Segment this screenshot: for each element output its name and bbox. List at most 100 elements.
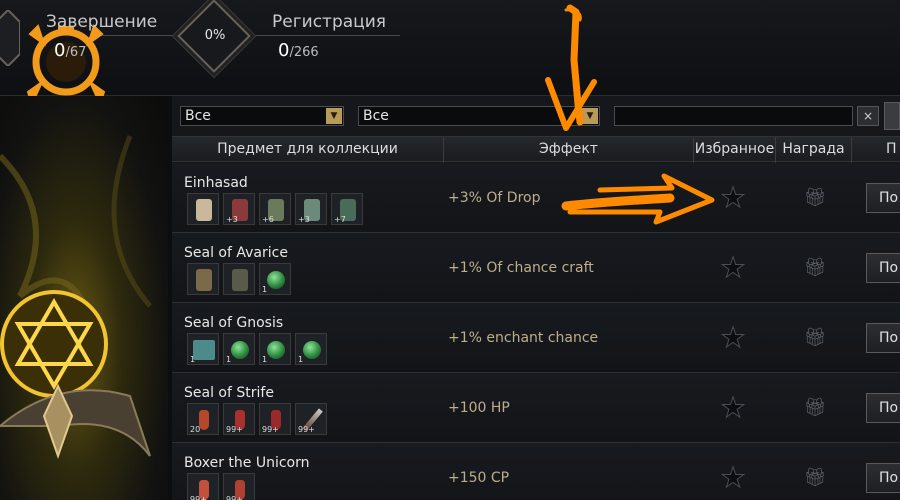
registration-title: Регистрация bbox=[272, 12, 386, 32]
gem-icon bbox=[267, 271, 285, 289]
gift-icon[interactable]: 🎁︎ bbox=[802, 257, 828, 279]
collection-name: Einhasad bbox=[184, 175, 248, 191]
completion-value: 0 bbox=[54, 40, 66, 61]
item-slot[interactable]: 1 bbox=[259, 263, 291, 295]
search-input[interactable] bbox=[614, 106, 853, 126]
collection-summary-bar: Завершение 0/67 0% Регистрация 0/266 bbox=[0, 0, 900, 106]
gem-icon bbox=[231, 341, 249, 359]
completion-title: Завершение bbox=[46, 12, 158, 32]
item-count: +6 bbox=[262, 215, 274, 224]
hexagram-emblem-icon bbox=[0, 135, 152, 460]
item-slot[interactable]: 99+ bbox=[295, 403, 327, 435]
potion-icon bbox=[199, 410, 209, 430]
collection-name: Seal of Strife bbox=[184, 385, 274, 401]
table-row[interactable]: Seal of Strife 20 99+ 99+ 99+ +100 HP ★ 🎁︎ По bbox=[172, 373, 900, 443]
item-slot[interactable]: +3 bbox=[295, 193, 327, 225]
collection-list-panel: Все ▼ Все ▼ × Предмет для коллекции Эффе… bbox=[172, 96, 900, 500]
register-button[interactable]: По bbox=[866, 393, 900, 423]
collection-rows: Einhasad +3 +6 +3 +7 +3% Of Drop ★ 🎁︎ По Seal of … bbox=[172, 163, 900, 500]
completion-total: /67 bbox=[65, 45, 87, 60]
table-header: Предмет для коллекции Эффект Избранное Н… bbox=[172, 136, 900, 163]
register-button[interactable]: По bbox=[866, 183, 900, 213]
collection-effect: +100 HP bbox=[448, 400, 510, 416]
item-count: +3 bbox=[226, 215, 238, 224]
item-slot[interactable]: 20 bbox=[187, 403, 219, 435]
item-slot[interactable]: 1 bbox=[259, 333, 291, 365]
item-slot[interactable]: 99+ bbox=[187, 473, 219, 500]
gem-icon bbox=[303, 341, 321, 359]
registration-counter: 0/266 bbox=[278, 40, 319, 61]
gift-icon[interactable]: 🎁︎ bbox=[802, 327, 828, 349]
collection-effect: +3% Of Drop bbox=[448, 190, 541, 206]
item-count: +3 bbox=[298, 215, 310, 224]
item-slot[interactable] bbox=[187, 263, 219, 295]
gift-icon[interactable]: 🎁︎ bbox=[802, 187, 828, 209]
collection-effect: +150 CP bbox=[448, 470, 510, 486]
status-select[interactable]: Все ▼ bbox=[358, 106, 600, 126]
collection-effect: +1% enchant chance bbox=[448, 330, 599, 346]
gift-icon[interactable]: 🎁︎ bbox=[802, 467, 828, 489]
collection-name: Boxer the Unicorn bbox=[184, 455, 310, 471]
registration-total: /266 bbox=[289, 45, 319, 60]
register-button[interactable]: По bbox=[866, 253, 900, 283]
collection-effect: +1% Of chance craft bbox=[448, 260, 594, 276]
column-favorite[interactable]: Избранное bbox=[693, 137, 775, 163]
item-count: 1 bbox=[262, 285, 268, 294]
item-slot[interactable]: 99+ bbox=[259, 403, 291, 435]
table-row[interactable]: Einhasad +3 +6 +3 +7 +3% Of Drop ★ 🎁︎ По bbox=[172, 163, 900, 233]
item-slot[interactable]: +3 bbox=[223, 193, 255, 225]
armor-icon bbox=[232, 269, 248, 291]
item-count: 20 bbox=[190, 425, 201, 434]
item-slot[interactable]: +7 bbox=[331, 193, 363, 225]
table-row[interactable]: Seal of Gnosis 1 1 1 1 +1% enchant chance ★ 🎁︎ П… bbox=[172, 303, 900, 373]
filter-bar: Все ▼ Все ▼ × bbox=[172, 96, 900, 136]
item-count: 1 bbox=[190, 355, 196, 364]
table-row[interactable]: Boxer the Unicorn 99+ 99+ +150 CP ★ 🎁︎ По bbox=[172, 443, 900, 500]
category-select[interactable]: Все ▼ bbox=[180, 106, 344, 126]
divider bbox=[245, 35, 400, 36]
table-row[interactable]: Seal of Avarice 1 +1% Of chance craft ★ 🎁︎ По bbox=[172, 233, 900, 303]
collection-name: Seal of Gnosis bbox=[184, 315, 284, 331]
item-count: 1 bbox=[226, 355, 232, 364]
item-slot[interactable]: 1 bbox=[187, 333, 219, 365]
item-count: 1 bbox=[298, 355, 304, 364]
star-icon[interactable]: ★ bbox=[718, 393, 748, 424]
item-count: 99+ bbox=[298, 425, 315, 434]
star-icon[interactable]: ★ bbox=[718, 253, 748, 284]
star-icon[interactable]: ★ bbox=[718, 323, 748, 354]
side-button[interactable] bbox=[884, 102, 900, 130]
chevron-down-icon[interactable]: ▼ bbox=[582, 108, 598, 124]
decorative-glow-panel bbox=[0, 96, 168, 500]
item-count: 99+ bbox=[226, 425, 243, 434]
chevron-down-icon[interactable]: ▼ bbox=[326, 108, 342, 124]
gem-icon bbox=[267, 341, 285, 359]
item-slot[interactable]: 99+ bbox=[223, 403, 255, 435]
item-slot[interactable]: 99+ bbox=[223, 473, 255, 500]
column-item[interactable]: Предмет для коллекции bbox=[172, 137, 443, 163]
item-count: 99+ bbox=[190, 495, 207, 500]
item-slot[interactable]: 1 bbox=[223, 333, 255, 365]
progress-percent: 0% bbox=[204, 28, 226, 43]
item-count: 1 bbox=[262, 355, 268, 364]
item-slot[interactable]: 1 bbox=[295, 333, 327, 365]
close-icon[interactable]: × bbox=[857, 106, 879, 126]
collection-name: Seal of Avarice bbox=[184, 245, 288, 261]
armor-icon bbox=[196, 269, 212, 291]
item-slot[interactable] bbox=[187, 193, 219, 225]
register-button[interactable]: По bbox=[866, 323, 900, 353]
item-count: 99+ bbox=[226, 495, 243, 500]
registration-value: 0 bbox=[278, 40, 290, 61]
status-select-value: Все bbox=[363, 108, 389, 124]
column-effect[interactable]: Эффект bbox=[443, 137, 693, 163]
item-slot[interactable] bbox=[223, 263, 255, 295]
item-count: +7 bbox=[334, 215, 346, 224]
register-button[interactable]: По bbox=[866, 463, 900, 493]
column-reward[interactable]: Награда bbox=[775, 137, 851, 163]
star-icon[interactable]: ★ bbox=[718, 183, 748, 214]
item-slot[interactable]: +6 bbox=[259, 193, 291, 225]
gift-icon[interactable]: 🎁︎ bbox=[802, 397, 828, 419]
column-action[interactable]: П bbox=[851, 137, 900, 163]
star-icon[interactable]: ★ bbox=[718, 463, 748, 494]
armor-icon bbox=[196, 199, 212, 221]
completion-counter: 0/67 bbox=[54, 40, 86, 61]
